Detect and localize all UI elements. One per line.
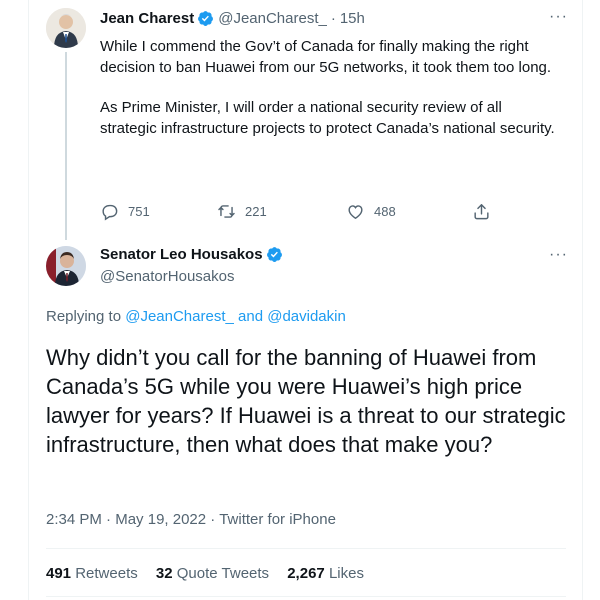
tweet2-stats: 491 Retweets 32 Quote Tweets 2,267 Likes	[46, 565, 378, 582]
tweet2-time[interactable]: 2:34 PM	[46, 511, 102, 528]
retweet-button[interactable]: 221	[217, 202, 267, 221]
verified-badge-icon	[198, 11, 214, 26]
tweet1-text: While I commend the Gov’t of Canada for …	[100, 36, 560, 139]
tweet2-author-name[interactable]: Senator Leo Housakos	[100, 246, 263, 263]
reply-button[interactable]: 751	[100, 202, 150, 221]
tweet2-author-row: Senator Leo Housakos	[100, 246, 287, 263]
likes-count: 2,267	[287, 565, 325, 582]
thread-connector	[65, 52, 67, 240]
tweet1-action-bar: 751 221 488	[100, 202, 500, 224]
quote-tweets-count: 32	[155, 565, 173, 582]
like-icon	[348, 205, 363, 220]
avatar-jean-charest[interactable]	[46, 8, 86, 48]
retweet-count: 221	[245, 204, 267, 219]
tweet2-date[interactable]: May 19, 2022	[115, 511, 206, 528]
replying-to-line: Replying to @JeanCharest_ and @davidakin	[46, 308, 346, 325]
tweet1-handle[interactable]: @JeanCharest_	[218, 10, 327, 27]
tweet2-text: Why didn’t you call for the banning of H…	[46, 345, 566, 457]
tweet1-separator: ·	[330, 10, 336, 27]
retweets-stat[interactable]: 491 Retweets	[46, 565, 142, 582]
tweet1-author-name[interactable]: Jean Charest	[100, 10, 194, 27]
tweet1-header: Jean Charest @JeanCharest_ · 15h	[100, 10, 365, 27]
tweet1-paragraph-1: While I commend the Gov’t of Canada for …	[100, 38, 552, 76]
share-button[interactable]	[472, 202, 491, 221]
retweets-label: Retweets	[75, 565, 138, 582]
share-icon	[474, 204, 489, 220]
like-button[interactable]: 488	[346, 202, 396, 221]
meta-dot-1: ·	[106, 511, 112, 528]
reply-mention-davidakin[interactable]: @davidakin	[267, 308, 346, 325]
divider-bottom	[46, 596, 566, 597]
reply-mention-jeancharest[interactable]: @JeanCharest_	[125, 308, 234, 325]
reply-count: 751	[128, 204, 150, 219]
tweet2-handle[interactable]: @SenatorHousakos	[100, 268, 234, 285]
tweet2-more-icon[interactable]: ···	[549, 246, 568, 264]
retweet-icon	[218, 205, 235, 218]
tweet1-more-icon[interactable]: ···	[549, 8, 568, 26]
reply-mention-and: and	[238, 308, 264, 325]
tweet2-source[interactable]: Twitter for iPhone	[219, 511, 336, 528]
tweet1-paragraph-2: As Prime Minister, I will order a nation…	[100, 99, 555, 137]
tweet2-meta: 2:34 PM · May 19, 2022 · Twitter for iPh…	[46, 511, 336, 528]
replying-to-label: Replying to	[46, 308, 122, 325]
quote-tweets-label: Quote Tweets	[176, 565, 270, 582]
quote-tweets-stat[interactable]: 32 Quote Tweets	[156, 565, 273, 582]
divider	[46, 548, 566, 549]
verified-badge-icon	[266, 247, 282, 262]
tweet1-timestamp[interactable]: 15h	[340, 10, 365, 27]
reply-icon	[102, 204, 118, 221]
avatar-leo-housakos[interactable]	[46, 246, 86, 286]
likes-stat[interactable]: 2,267 Likes	[287, 565, 364, 582]
retweets-count: 491	[46, 565, 72, 582]
like-count: 488	[374, 204, 396, 219]
meta-dot-2: ·	[210, 511, 216, 528]
likes-label: Likes	[328, 565, 364, 582]
